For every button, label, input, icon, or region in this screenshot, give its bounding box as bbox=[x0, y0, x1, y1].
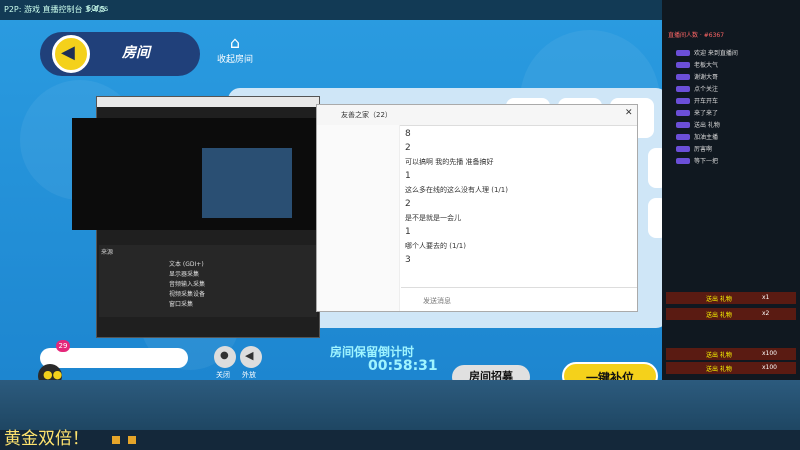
close-icon[interactable]: ✕ bbox=[625, 108, 633, 118]
message: 可以搞啊 我的先播 准备搞好 bbox=[405, 158, 494, 166]
live-header: 直播间人数 · #6367 bbox=[668, 32, 725, 39]
page-title: 房间 bbox=[122, 45, 150, 61]
message: 是不是就是一会儿 bbox=[405, 214, 461, 222]
mic-off-icon: ● bbox=[220, 350, 229, 361]
chat-badge: 29 bbox=[56, 340, 70, 352]
message-input[interactable]: 发送消息 bbox=[401, 287, 637, 312]
chat-bubble-icon: ●● bbox=[43, 368, 63, 380]
message-list: 8 2 可以搞啊 我的先播 准备搞好 1 这么多在线的这么没有人理 (1/1) … bbox=[401, 125, 637, 285]
message: 1 bbox=[405, 171, 411, 181]
top-status-bar: P2P: 游戏 直播控制台 3.4.5 60fps bbox=[0, 0, 662, 20]
obs-preview bbox=[72, 118, 318, 230]
live-comment-panel: 直播间人数 · #6367 欢迎 来到直播间 老板大气 谢谢大哥 点个关注 开车… bbox=[662, 0, 800, 380]
home-icon: ⌂ bbox=[229, 33, 241, 52]
speaker-button[interactable]: ◀ bbox=[240, 346, 262, 368]
live-comment: 欢迎 来到直播间 bbox=[668, 48, 798, 59]
live-comment: 厉害啊 bbox=[668, 144, 798, 155]
live-comment: 开车开车 bbox=[668, 96, 798, 107]
gift-row: 送出 礼物 x100 bbox=[666, 362, 796, 374]
message: 哪个人要去的 (1/1) bbox=[405, 242, 466, 250]
taskbar-app-icon[interactable] bbox=[112, 436, 120, 444]
contact-list[interactable] bbox=[317, 125, 400, 311]
player-slot[interactable] bbox=[648, 198, 662, 238]
chat-window: 友善之家（22） ✕ 8 2 可以搞啊 我的先播 准备搞好 1 这么多在线的这么… bbox=[316, 104, 638, 312]
chat-titlebar: 友善之家（22） ✕ bbox=[317, 105, 637, 126]
arrow-left-icon: ◀ bbox=[61, 42, 75, 63]
obs-source-item[interactable]: 音频输入采集 bbox=[169, 279, 205, 288]
message: 3 bbox=[405, 255, 411, 265]
obs-sources-panel: 来源 文本 (GDI+) 显示器采集 音频输入采集 视频采集设备 窗口采集 bbox=[99, 245, 317, 317]
speaker-icon: ◀ bbox=[245, 349, 254, 362]
message: 8 bbox=[405, 129, 411, 139]
taskbar-app-icon[interactable] bbox=[128, 436, 136, 444]
obs-source-item[interactable]: 显示器采集 bbox=[169, 269, 199, 278]
obs-titlebar bbox=[97, 97, 319, 107]
overlay-gold-text: 黄金双倍！ bbox=[4, 429, 89, 449]
fill-slots-button[interactable]: 一键补位 bbox=[562, 362, 658, 380]
gift-row: 送出 礼物 x1 bbox=[666, 292, 796, 304]
message: 这么多在线的这么没有人理 (1/1) bbox=[405, 186, 508, 194]
message: 2 bbox=[405, 143, 411, 153]
live-comment: 点个关注 bbox=[668, 84, 798, 95]
mic-label: 关闭 bbox=[216, 371, 230, 379]
message-input-placeholder: 发送消息 bbox=[423, 297, 451, 305]
collapse-room-label: 收起房间 bbox=[216, 55, 253, 65]
gift-row: 送出 礼物 x100 bbox=[666, 348, 796, 360]
live-comment: 等下一把 bbox=[668, 156, 798, 167]
obs-source-item[interactable]: 视频采集设备 bbox=[169, 289, 205, 298]
speaker-label: 外放 bbox=[242, 371, 256, 379]
message: 2 bbox=[405, 199, 411, 209]
live-comment: 老板大气 bbox=[668, 60, 798, 71]
obs-source-item[interactable]: 文本 (GDI+) bbox=[169, 259, 204, 268]
player-slot[interactable] bbox=[648, 148, 662, 188]
mic-button[interactable]: ● bbox=[214, 346, 236, 368]
obs-sources-label: 来源 bbox=[101, 249, 114, 256]
obs-source-item[interactable]: 窗口采集 bbox=[169, 299, 193, 308]
recruit-button[interactable]: 房间招募 bbox=[452, 365, 530, 380]
message: 1 bbox=[405, 227, 411, 237]
live-comment: 谢谢大哥 bbox=[668, 72, 798, 83]
chat-window-title: 友善之家（22） bbox=[341, 111, 392, 119]
fps-label: 60fps bbox=[86, 4, 109, 13]
countdown-time: 00:58:31 bbox=[368, 358, 438, 374]
live-comment: 加油主播 bbox=[668, 132, 798, 143]
live-comment: 来了来了 bbox=[668, 108, 798, 119]
taskbar bbox=[0, 430, 800, 450]
back-button[interactable]: ◀ bbox=[52, 35, 90, 73]
collapse-room-button[interactable]: ⌂ 收起房间 bbox=[210, 34, 260, 74]
nested-preview bbox=[202, 148, 292, 218]
gift-row: 送出 礼物 x2 bbox=[666, 308, 796, 320]
live-comment: 送出 礼物 bbox=[668, 120, 798, 131]
